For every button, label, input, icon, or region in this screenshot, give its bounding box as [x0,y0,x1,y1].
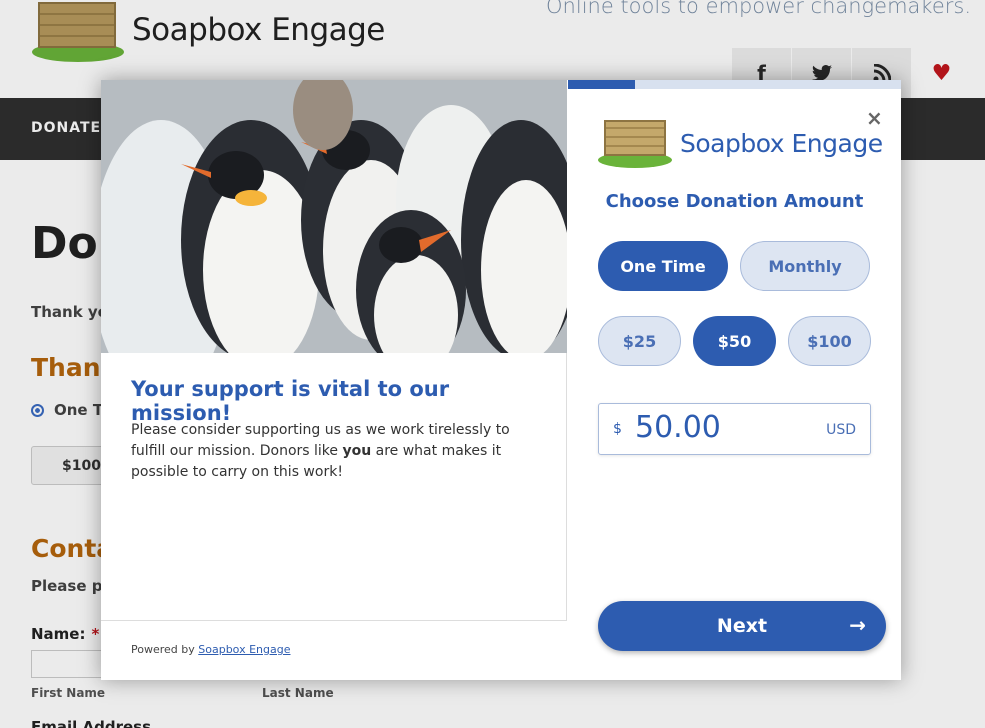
choose-amount-heading: Choose Donation Amount [605,191,864,212]
currency-symbol: $ [613,421,622,437]
currency-code: USD [826,422,856,438]
donation-modal: Your support is vital to our mission! Pl… [101,80,901,680]
modal-logo: Soapbox Engage [598,118,883,168]
modal-logo-text: Soapbox Engage [680,128,883,158]
support-heading: Your support is vital to our mission! [131,377,450,425]
crate-logo-icon [598,118,672,168]
progress-fill [568,80,635,89]
modal-info-panel: Your support is vital to our mission! Pl… [101,80,567,680]
next-button[interactable]: Next → [598,601,886,651]
penguins-photo [101,80,567,353]
support-text: Please consider supporting us as we work… [131,420,531,483]
progress-bar [568,80,901,89]
amount-50-button[interactable]: $50 [693,316,776,366]
modal-form-panel: × Soapbox Engage Choose Donation Amount … [568,80,901,680]
amount-input[interactable]: $ 50.00 USD [598,403,871,455]
frequency-one-time-button[interactable]: One Time [598,241,728,291]
amount-25-button[interactable]: $25 [598,316,681,366]
next-button-label: Next [716,615,768,637]
arrow-right-icon: → [849,613,866,637]
amount-value[interactable]: 50.00 [635,410,721,445]
powered-by: Powered by Soapbox Engage [131,643,290,656]
powered-by-text: Powered by [131,643,195,656]
support-text-bold: you [342,443,372,459]
amount-100-button[interactable]: $100 [788,316,871,366]
frequency-monthly-button[interactable]: Monthly [740,241,870,291]
powered-by-link[interactable]: Soapbox Engage [198,643,290,656]
modal-footer: Powered by Soapbox Engage [101,620,567,680]
